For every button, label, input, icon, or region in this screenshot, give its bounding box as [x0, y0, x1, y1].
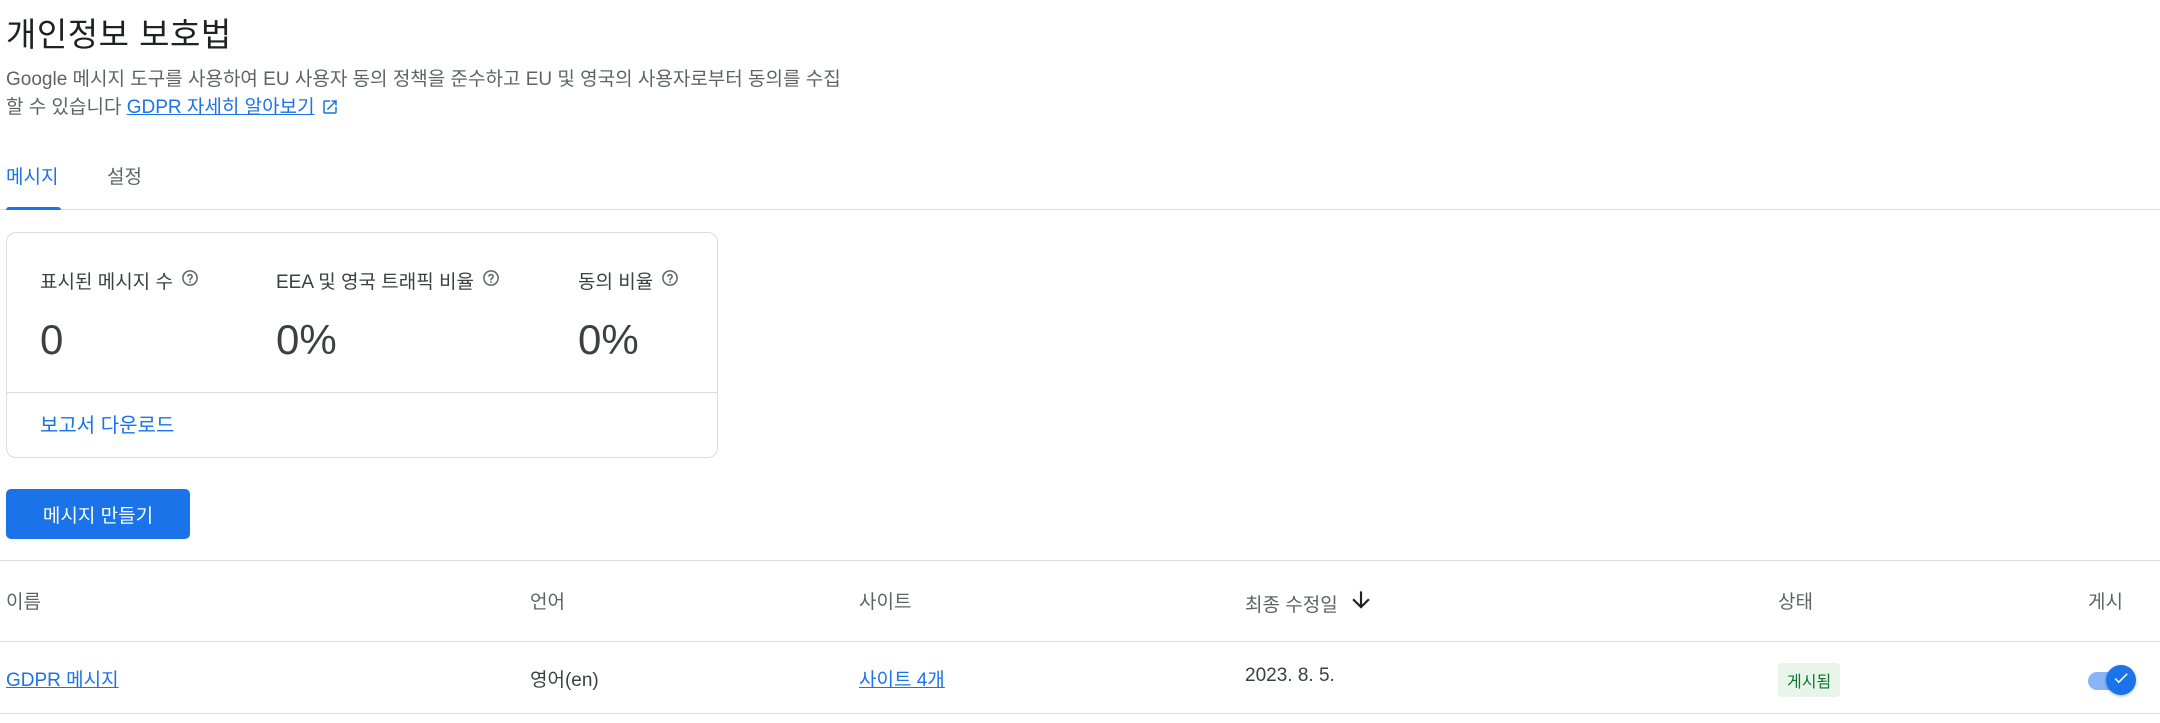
- open-in-new-icon[interactable]: [321, 97, 339, 125]
- stat-messages-shown: 표시된 메시지 수 0: [40, 267, 199, 364]
- status-badge: 게시됨: [1778, 663, 1841, 697]
- page-title: 개인정보 보호법: [6, 16, 232, 53]
- gdpr-learn-more-link[interactable]: GDPR 자세히 알아보기: [127, 97, 315, 118]
- card-divider: [7, 392, 717, 393]
- table-row: GDPR 메시지 영어(en) 사이트 4개 2023. 8. 5. 게시됨: [0, 642, 2160, 714]
- page-description: Google 메시지 도구를 사용하여 EU 사용자 동의 정책을 준수하고 E…: [6, 66, 846, 125]
- tab-settings[interactable]: 설정: [107, 162, 142, 209]
- header-label: 이름: [6, 592, 41, 613]
- header-label: 최종 수정일: [1245, 594, 1338, 616]
- column-header-language[interactable]: 언어: [530, 587, 565, 614]
- stat-label-text: EEA 및 영국 트래픽 비율: [276, 272, 474, 293]
- column-header-last-modified[interactable]: 최종 수정일: [1245, 587, 1374, 619]
- help-icon[interactable]: [482, 269, 500, 293]
- download-report-link[interactable]: 보고서 다운로드: [40, 409, 174, 438]
- stat-value: 0: [40, 316, 64, 363]
- table-header: 이름 언어 사이트 최종 수정일 상태 게시: [0, 560, 2160, 642]
- stat-value: 0%: [276, 316, 337, 363]
- column-header-status[interactable]: 상태: [1778, 587, 1813, 614]
- column-header-sites[interactable]: 사이트: [859, 587, 911, 614]
- check-icon: [2112, 669, 2130, 692]
- cell-status: 게시됨: [1778, 663, 1841, 697]
- create-message-button[interactable]: 메시지 만들기: [6, 489, 190, 539]
- publish-toggle[interactable]: [2088, 662, 2138, 695]
- tab-messages[interactable]: 메시지: [6, 162, 61, 210]
- stat-label: EEA 및 영국 트래픽 비율: [276, 267, 500, 294]
- stat-value: 0%: [578, 316, 639, 363]
- cell-name: GDPR 메시지: [6, 665, 119, 692]
- message-name-link[interactable]: GDPR 메시지: [6, 670, 119, 691]
- header-label: 언어: [530, 592, 565, 613]
- stat-label: 동의 비율: [578, 267, 679, 294]
- tab-settings-label: 설정: [107, 167, 142, 188]
- tab-bar: 메시지 설정: [0, 150, 2160, 210]
- stat-label: 표시된 메시지 수: [40, 267, 199, 294]
- tab-messages-label: 메시지: [6, 167, 59, 188]
- arrow-down-icon[interactable]: [1348, 587, 1374, 619]
- toggle-knob: [2106, 665, 2136, 695]
- active-tab-indicator: [6, 207, 61, 210]
- help-icon[interactable]: [181, 269, 199, 293]
- header-label: 상태: [1778, 592, 1813, 613]
- sites-link[interactable]: 사이트 4개: [859, 670, 945, 691]
- learn-more-label: GDPR 자세히 알아보기: [126, 97, 315, 118]
- column-header-published[interactable]: 게시: [2088, 587, 2123, 614]
- header-label: 게시: [2088, 592, 2123, 613]
- stat-label-text: 동의 비율: [578, 272, 654, 293]
- cell-sites: 사이트 4개: [859, 665, 945, 692]
- column-header-name[interactable]: 이름: [6, 587, 41, 614]
- cell-last-modified: 2023. 8. 5.: [1245, 665, 1335, 686]
- messages-table: 이름 언어 사이트 최종 수정일 상태 게시 GDPR 메시지 영어(en) 사…: [0, 560, 2160, 714]
- cell-language: 영어(en): [530, 670, 599, 691]
- help-icon[interactable]: [661, 269, 679, 293]
- header-label: 사이트: [859, 592, 912, 613]
- stat-consent-rate: 동의 비율 0%: [578, 267, 679, 364]
- stat-eea-traffic: EEA 및 영국 트래픽 비율 0%: [276, 267, 500, 364]
- stat-label-text: 표시된 메시지 수: [40, 272, 173, 293]
- stats-card: 표시된 메시지 수 0 EEA 및 영국 트래픽 비율 0% 동의 비율 0% …: [6, 232, 718, 458]
